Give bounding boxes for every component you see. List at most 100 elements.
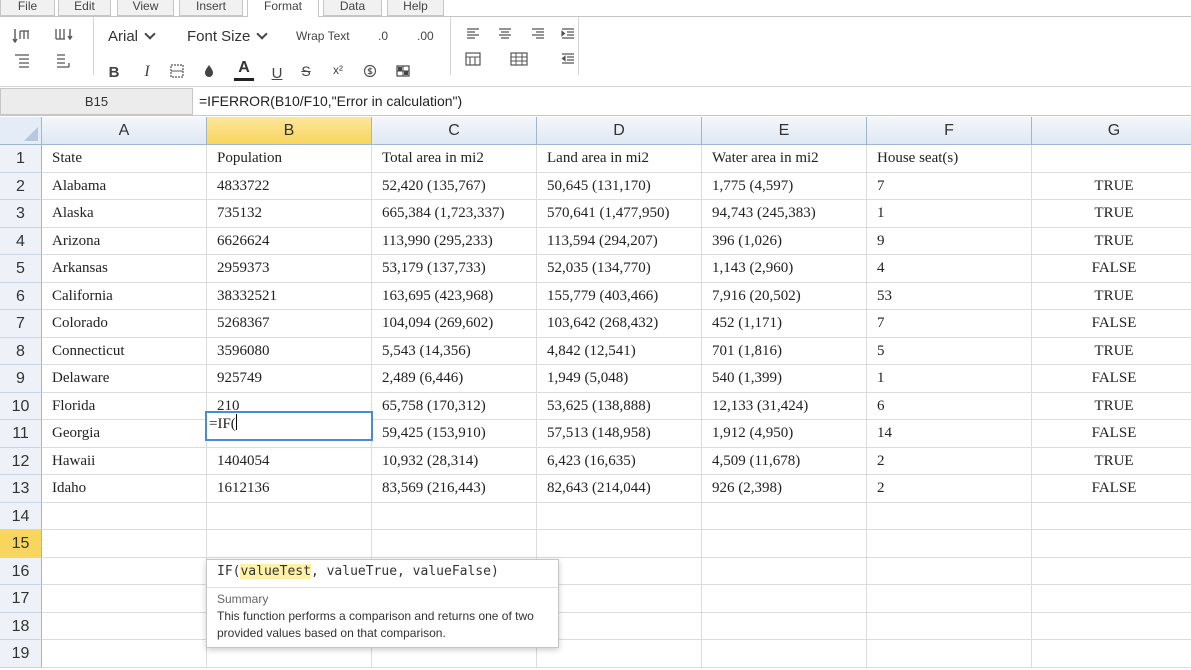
cell-g2[interactable]: TRUE: [1032, 173, 1191, 200]
column-header-b[interactable]: B: [207, 117, 372, 145]
cell-d11[interactable]: 57,513 (148,958): [537, 420, 702, 448]
cell-b8[interactable]: 3596080: [207, 337, 372, 365]
cell-a8[interactable]: Connecticut: [42, 337, 207, 365]
cell-b12[interactable]: 1404054: [207, 447, 372, 475]
delete-column-icon[interactable]: [53, 50, 75, 72]
cell-f19[interactable]: [867, 640, 1032, 668]
wrap-text-button[interactable]: Wrap Text: [296, 29, 350, 43]
superscript-button[interactable]: x²: [327, 59, 349, 81]
cell-a5[interactable]: Arkansas: [42, 255, 207, 283]
cell-c13[interactable]: 83,569 (216,443): [372, 475, 537, 503]
merge-cells-icon[interactable]: [462, 48, 484, 70]
tab-view[interactable]: View: [117, 0, 174, 16]
cell-d2[interactable]: 50,645 (131,170): [537, 172, 702, 200]
cell-e15[interactable]: [702, 530, 867, 558]
cell-d6[interactable]: 155,779 (403,466): [537, 282, 702, 310]
tab-format[interactable]: Format: [247, 0, 319, 18]
cell-d3[interactable]: 570,641 (1,477,950): [537, 200, 702, 228]
cell-g3[interactable]: TRUE: [1032, 200, 1191, 228]
cell-d1[interactable]: Land area in mi2: [537, 145, 702, 173]
cell-g12[interactable]: TRUE: [1032, 448, 1191, 475]
cell-a13[interactable]: Idaho: [42, 475, 207, 503]
column-header-a[interactable]: A: [42, 117, 207, 145]
cell-d9[interactable]: 1,949 (5,048): [537, 365, 702, 393]
cell-f3[interactable]: 1: [867, 200, 1032, 228]
cell-a17[interactable]: [42, 585, 207, 613]
cell-b4[interactable]: 6626624: [207, 227, 372, 255]
cell-c2[interactable]: 52,420 (135,767): [372, 172, 537, 200]
row-header-12[interactable]: 12: [0, 447, 42, 475]
cell-g19[interactable]: [1032, 640, 1191, 668]
formula-input[interactable]: =IFERROR(B10/F10,"Error in calculation"): [199, 88, 462, 115]
cell-a12[interactable]: Hawaii: [42, 447, 207, 475]
cell-d15[interactable]: [537, 530, 702, 558]
tab-help[interactable]: Help: [387, 0, 444, 16]
align-right-icon[interactable]: [527, 23, 549, 45]
row-header-1[interactable]: 1: [0, 145, 42, 173]
strikethrough-button[interactable]: S: [295, 60, 317, 82]
cell-b3[interactable]: 735132: [207, 200, 372, 228]
cell-e2[interactable]: 1,775 (4,597): [702, 172, 867, 200]
row-header-6[interactable]: 6: [0, 282, 42, 310]
fill-color-icon[interactable]: [198, 60, 220, 82]
currency-format-icon[interactable]: [359, 60, 381, 82]
cell-a1[interactable]: State: [42, 145, 207, 173]
cell-b9[interactable]: 925749: [207, 365, 372, 393]
cell-g17[interactable]: [1032, 585, 1191, 613]
insert-row-above-icon[interactable]: [11, 24, 33, 46]
cell-g16[interactable]: [1032, 558, 1191, 585]
cell-c11[interactable]: 59,425 (153,910): [372, 420, 537, 448]
cell-editor[interactable]: =IF(: [205, 411, 373, 441]
cell-a9[interactable]: Delaware: [42, 365, 207, 393]
cell-g5[interactable]: FALSE: [1032, 255, 1191, 283]
cell-g7[interactable]: FALSE: [1032, 310, 1191, 338]
row-header-19[interactable]: 19: [0, 640, 42, 668]
cell-g13[interactable]: FALSE: [1032, 475, 1191, 503]
cell-e9[interactable]: 540 (1,399): [702, 365, 867, 393]
cell-g4[interactable]: TRUE: [1032, 228, 1191, 255]
tab-edit[interactable]: Edit: [58, 0, 111, 16]
cell-a14[interactable]: [42, 502, 207, 530]
row-header-7[interactable]: 7: [0, 310, 42, 338]
cell-f14[interactable]: [867, 502, 1032, 530]
cell-f10[interactable]: 6: [867, 392, 1032, 420]
bold-button[interactable]: B: [103, 61, 125, 83]
cell-g1[interactable]: [1032, 145, 1191, 173]
cell-grid-icon[interactable]: [508, 48, 530, 70]
cell-e17[interactable]: [702, 585, 867, 613]
row-header-9[interactable]: 9: [0, 365, 42, 393]
cell-c7[interactable]: 104,094 (269,602): [372, 310, 537, 338]
cell-e11[interactable]: 1,912 (4,950): [702, 420, 867, 448]
tab-insert[interactable]: Insert: [179, 0, 243, 16]
cell-f7[interactable]: 7: [867, 310, 1032, 338]
column-header-d[interactable]: D: [537, 117, 702, 145]
cell-a3[interactable]: Alaska: [42, 200, 207, 228]
row-header-10[interactable]: 10: [0, 392, 42, 420]
cell-g8[interactable]: TRUE: [1032, 338, 1191, 365]
cell-e7[interactable]: 452 (1,171): [702, 310, 867, 338]
italic-button[interactable]: I: [136, 61, 158, 83]
cell-e12[interactable]: 4,509 (11,678): [702, 447, 867, 475]
row-header-5[interactable]: 5: [0, 255, 42, 283]
cell-g6[interactable]: TRUE: [1032, 283, 1191, 310]
row-header-3[interactable]: 3: [0, 200, 42, 228]
cell-a4[interactable]: Arizona: [42, 227, 207, 255]
insert-column-icon[interactable]: [53, 24, 75, 46]
row-header-2[interactable]: 2: [0, 172, 42, 200]
row-header-17[interactable]: 17: [0, 585, 42, 613]
cell-g10[interactable]: TRUE: [1032, 393, 1191, 420]
cell-e5[interactable]: 1,143 (2,960): [702, 255, 867, 283]
column-header-f[interactable]: F: [867, 117, 1032, 145]
outdent-icon[interactable]: [557, 48, 579, 70]
column-header-e[interactable]: E: [702, 117, 867, 145]
cell-c6[interactable]: 163,695 (423,968): [372, 282, 537, 310]
select-all-corner[interactable]: [0, 117, 42, 145]
cell-a18[interactable]: [42, 612, 207, 640]
cell-d16[interactable]: [537, 557, 702, 585]
underline-button[interactable]: U: [266, 62, 288, 84]
align-center-icon[interactable]: [494, 23, 516, 45]
cell-f17[interactable]: [867, 585, 1032, 613]
cell-a16[interactable]: [42, 557, 207, 585]
row-header-18[interactable]: 18: [0, 612, 42, 640]
cell-e19[interactable]: [702, 640, 867, 668]
